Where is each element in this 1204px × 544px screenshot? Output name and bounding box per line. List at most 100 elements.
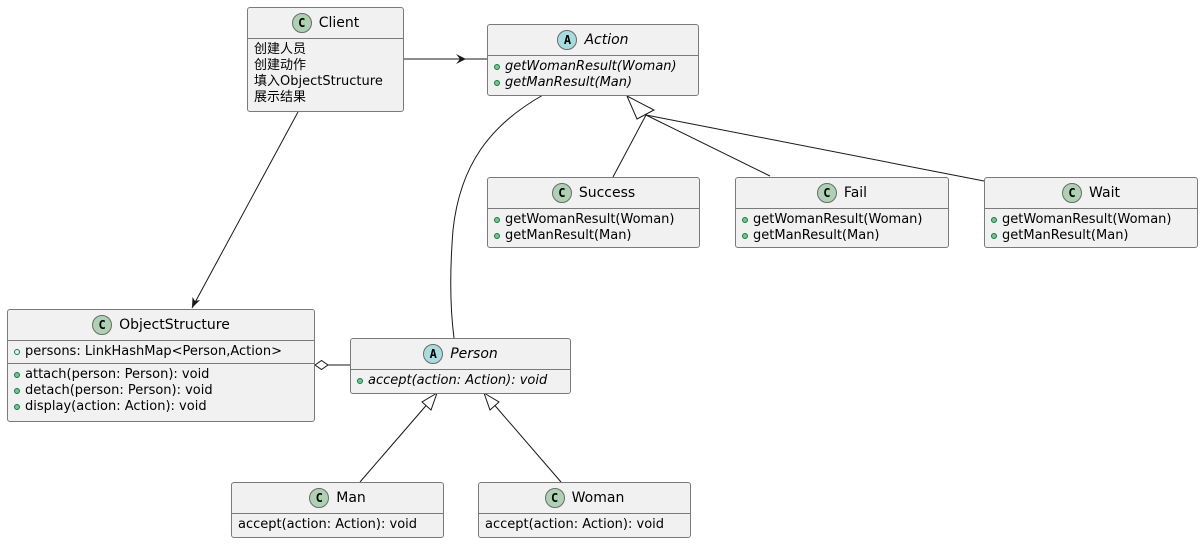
class-wait[interactable]: C Wait getWomanResult(Woman) getManResul… <box>984 177 1198 248</box>
class-icon: C <box>309 488 330 508</box>
edge-success-action <box>612 114 647 178</box>
method-signature: getManResult(Man) <box>505 75 633 90</box>
note-line: 填入ObjectStructure <box>254 74 383 89</box>
method-signature: getWomanResult(Woman) <box>753 212 923 227</box>
method: attach(person: Person): void <box>14 367 308 383</box>
method: getManResult(Man) <box>991 228 1191 244</box>
class-icon: C <box>1062 183 1083 203</box>
class-header: A Person <box>351 339 570 369</box>
edge-inheritance-action <box>612 94 985 182</box>
public-method-icon <box>14 388 20 394</box>
class-methods: getWomanResult(Woman) getManResult(Man) <box>736 208 948 247</box>
class-name: Fail <box>843 185 868 201</box>
class-methods: getWomanResult(Woman) getManResult(Man) <box>985 208 1197 247</box>
class-name: Wait <box>1089 185 1120 201</box>
note-line: 创建动作 <box>254 58 307 73</box>
method-signature: detach(person: Person): void <box>25 383 213 398</box>
method-signature: getManResult(Man) <box>1002 228 1129 243</box>
class-woman[interactable]: C Woman accept(action: Action): void <box>478 482 691 538</box>
class-success[interactable]: C Success getWomanResult(Woman) getManRe… <box>487 177 700 248</box>
class-name: Man <box>336 490 366 506</box>
method-signature: getManResult(Man) <box>505 228 632 243</box>
class-name: Action <box>584 32 629 48</box>
public-field-icon <box>14 349 20 355</box>
method-signature: getWomanResult(Woman) <box>1002 212 1172 227</box>
class-name: Woman <box>571 490 625 506</box>
method: getWomanResult(Woman) <box>494 212 693 228</box>
public-method-icon <box>357 378 363 384</box>
class-header: C Man <box>232 483 443 513</box>
field: persons: LinkHashMap<Person,Action> <box>14 344 308 360</box>
public-method-icon <box>494 233 500 239</box>
class-header: C Fail <box>736 178 948 208</box>
method-signature: getManResult(Man) <box>753 228 880 243</box>
class-members: accept(action: Action): void <box>232 513 443 536</box>
method: getManResult(Man) <box>742 228 942 244</box>
method: accept(action: Action): void <box>357 373 564 389</box>
note-line: 创建人员 <box>254 42 307 57</box>
class-methods: getWomanResult(Woman) getManResult(Man) <box>488 55 698 94</box>
public-method-icon <box>494 217 500 223</box>
edge-woman-person <box>483 391 562 483</box>
class-header: A Action <box>488 25 698 55</box>
method: getWomanResult(Woman) <box>494 59 692 75</box>
method: getManResult(Man) <box>494 75 692 91</box>
public-method-icon <box>742 217 748 223</box>
class-members: accept(action: Action): void <box>479 513 690 536</box>
class-name: Client <box>318 15 360 31</box>
class-name: Success <box>578 185 636 201</box>
method: getWomanResult(Woman) <box>742 212 942 228</box>
class-methods: getWomanResult(Woman) getManResult(Man) <box>488 208 699 247</box>
class-icon: C <box>291 13 312 33</box>
method: getManResult(Man) <box>494 228 693 244</box>
public-method-icon <box>14 404 20 410</box>
method-signature: accept(action: Action): void <box>368 373 548 388</box>
method: detach(person: Person): void <box>14 383 308 399</box>
class-notes: 创建人员 创建动作 填入ObjectStructure 展示结果 <box>248 38 403 109</box>
class-header: C Client <box>248 8 403 38</box>
edge-wait-action <box>645 114 985 182</box>
class-objectstructure[interactable]: C ObjectStructure persons: LinkHashMap<P… <box>7 309 315 422</box>
edge-aggregation-objectstructure-person <box>314 359 350 371</box>
class-client[interactable]: C Client 创建人员 创建动作 填入ObjectStructure 展示结… <box>247 7 404 112</box>
class-methods: attach(person: Person): void detach(pers… <box>8 363 314 418</box>
class-icon: C <box>551 183 572 203</box>
note-line: 展示结果 <box>254 90 307 105</box>
class-man[interactable]: C Man accept(action: Action): void <box>231 482 444 538</box>
method-signature: getWomanResult(Woman) <box>505 59 677 74</box>
class-header: C Success <box>488 178 699 208</box>
class-icon: C <box>544 488 565 508</box>
aggregation-diamond-icon <box>314 359 329 371</box>
public-method-icon <box>991 217 997 223</box>
class-action[interactable]: A Action getWomanResult(Woman) getManRes… <box>487 24 699 96</box>
class-icon: C <box>816 183 837 203</box>
public-method-icon <box>991 233 997 239</box>
method-signature: getWomanResult(Woman) <box>505 212 675 227</box>
method: getWomanResult(Woman) <box>991 212 1191 228</box>
abstract-class-icon: A <box>557 30 578 50</box>
method-signature: display(action: Action): void <box>25 399 207 414</box>
member: accept(action: Action): void <box>485 517 665 532</box>
public-method-icon <box>742 233 748 239</box>
arrowhead-icon <box>192 297 200 308</box>
field-signature: persons: LinkHashMap<Person,Action> <box>25 344 282 359</box>
class-name: Person <box>450 346 498 362</box>
class-header: C Woman <box>479 483 690 513</box>
class-header: C ObjectStructure <box>8 310 314 340</box>
class-person[interactable]: A Person accept(action: Action): void <box>350 338 571 394</box>
edge-client-objectstructure <box>191 111 299 309</box>
class-name: ObjectStructure <box>119 317 230 333</box>
class-fields: persons: LinkHashMap<Person,Action> <box>8 340 314 363</box>
public-method-icon <box>494 80 500 86</box>
edge-fail-action <box>645 114 771 177</box>
method-signature: attach(person: Person): void <box>25 367 210 382</box>
public-method-icon <box>14 372 20 378</box>
edge-client-action <box>404 54 487 64</box>
class-header: C Wait <box>985 178 1197 208</box>
class-icon: C <box>92 315 113 335</box>
class-fail[interactable]: C Fail getWomanResult(Woman) getManResul… <box>735 177 949 248</box>
method: display(action: Action): void <box>14 399 308 415</box>
edge-man-person <box>359 391 438 483</box>
public-method-icon <box>494 64 500 70</box>
abstract-class-icon: A <box>423 344 444 364</box>
